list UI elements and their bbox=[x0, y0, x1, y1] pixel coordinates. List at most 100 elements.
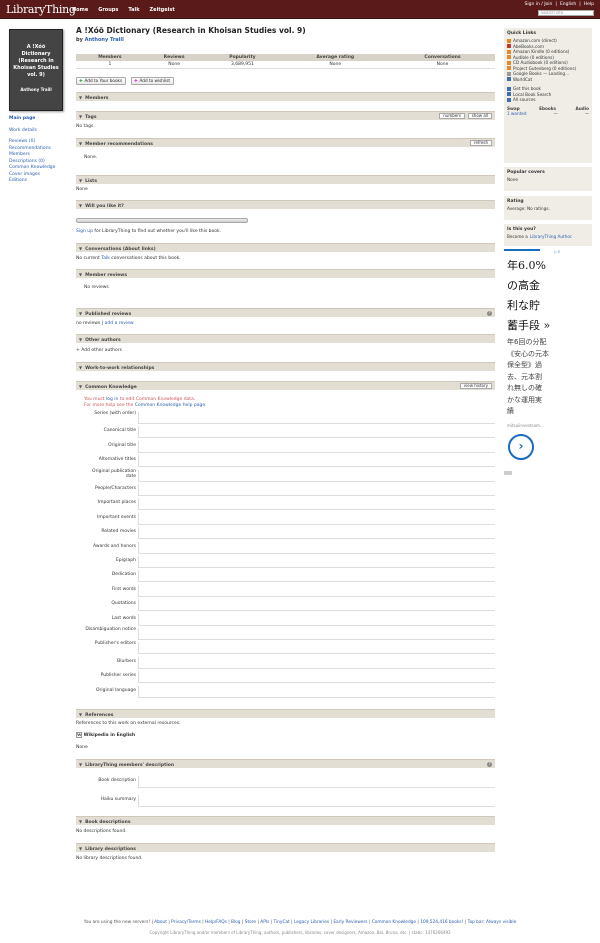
collapse-triangle-icon: ▼ bbox=[79, 203, 83, 208]
no-tags-text: No tags. bbox=[76, 124, 95, 129]
stat-members[interactable]: 1 bbox=[76, 61, 144, 69]
is-this-you-box: Is this you? Become a LibraryThing Autho… bbox=[504, 224, 592, 246]
section-work-to-work[interactable]: ▼ Work-to-work relationships bbox=[76, 362, 495, 371]
nav-home[interactable]: Home bbox=[72, 7, 88, 13]
swap-wanted-link[interactable]: 1 wanted bbox=[507, 111, 527, 116]
google-icon bbox=[507, 71, 511, 76]
footer-link[interactable]: Legacy Libraries bbox=[294, 920, 329, 925]
ad-choices-icon[interactable]: ▷✕ bbox=[554, 249, 560, 254]
ck-help-link[interactable]: Common Knowledge help page. bbox=[135, 403, 207, 408]
ck-field-row[interactable]: Alternative titles bbox=[76, 455, 495, 469]
help-icon[interactable]: ? bbox=[487, 762, 492, 767]
section-published-reviews[interactable]: ▼ Published reviews ? bbox=[76, 308, 495, 317]
tags-show-all-button[interactable]: show all bbox=[467, 113, 492, 119]
cover-author: Anthony Traill bbox=[20, 87, 52, 92]
add-other-authors-link[interactable]: + Add other authors bbox=[76, 348, 122, 353]
section-member-recommendations[interactable]: ▼ Member recommendations refresh bbox=[76, 138, 495, 147]
add-to-wishlist-button[interactable]: ✚ Add to wishlist bbox=[131, 77, 175, 85]
ck-field-row[interactable]: Last words bbox=[76, 613, 495, 628]
ck-field-row[interactable]: Awards and honors bbox=[76, 541, 495, 556]
ck-field-row[interactable]: Important places bbox=[76, 498, 495, 512]
footer-link[interactable]: Early Reviewers bbox=[333, 920, 367, 925]
footer-link[interactable]: About bbox=[154, 920, 167, 925]
swap-headers: Swap Ebooks Audio bbox=[507, 105, 589, 111]
section-other-authors[interactable]: ▼ Other authors bbox=[76, 334, 495, 343]
ad-scroll-handle[interactable] bbox=[504, 471, 512, 475]
footer-link[interactable]: Store bbox=[245, 920, 256, 925]
become-author-link[interactable]: LibraryThing Author. bbox=[530, 234, 573, 240]
ck-field-row[interactable]: Epigraph bbox=[76, 556, 495, 570]
ck-field-row[interactable]: People/Characters bbox=[76, 484, 495, 498]
sign-in-link[interactable]: Sign in / Join bbox=[525, 2, 553, 7]
ck-login-link[interactable]: log in bbox=[106, 397, 118, 402]
ck-field-row[interactable]: Canonical title bbox=[76, 426, 495, 440]
ck-field-row[interactable]: Original publication date bbox=[76, 469, 495, 484]
section-library-descriptions[interactable]: ▼ Library descriptions bbox=[76, 843, 495, 852]
ck-field-row[interactable]: Blurbers bbox=[76, 656, 495, 671]
section-references[interactable]: ▼ References bbox=[76, 709, 495, 718]
stat-rating: None bbox=[280, 61, 391, 69]
help-link[interactable]: Help bbox=[584, 2, 594, 7]
haiku-summary-field[interactable]: Haiku summary bbox=[76, 795, 495, 809]
ck-field-row[interactable]: Dedication bbox=[76, 570, 495, 584]
collapse-triangle-icon: ▼ bbox=[79, 365, 83, 370]
refresh-button[interactable]: refresh bbox=[469, 140, 492, 146]
view-history-button[interactable]: view history bbox=[459, 383, 492, 389]
site-logo[interactable]: LibraryThing bbox=[6, 3, 76, 16]
footer-link[interactable]: Common Knowledge bbox=[372, 920, 416, 925]
sign-up-link[interactable]: Sign up bbox=[76, 229, 93, 234]
ck-help-notice: For more help see the Common Knowledge h… bbox=[84, 403, 207, 408]
section-member-reviews[interactable]: ▼ Member reviews bbox=[76, 269, 495, 278]
nav-zeitgeist[interactable]: Zeitgeist bbox=[150, 7, 175, 13]
footer-link[interactable]: TinyCat bbox=[274, 920, 290, 925]
footer-links: You are using the new servers! | About |… bbox=[83, 920, 517, 925]
ck-field-row[interactable]: Original title bbox=[76, 440, 495, 455]
nav-talk[interactable]: Talk bbox=[128, 7, 139, 13]
globe-icon bbox=[507, 97, 511, 102]
section-tags[interactable]: ▼ Tags numbers show all bbox=[76, 111, 495, 120]
section-common-knowledge[interactable]: ▼ Common Knowledge view history bbox=[76, 381, 495, 390]
section-will-you-like-it[interactable]: ▼ Will you like it? bbox=[76, 200, 495, 209]
language-link[interactable]: English bbox=[560, 2, 576, 7]
site-search-input[interactable]: Search site bbox=[538, 10, 594, 16]
ck-field-row[interactable]: Publisher series bbox=[76, 671, 495, 685]
footer-link[interactable]: Top bar: Always visible bbox=[468, 920, 517, 925]
nav-editions[interactable]: Editions bbox=[9, 178, 71, 185]
add-to-books-button[interactable]: ✚ Add to Your books bbox=[76, 77, 127, 85]
advertisement[interactable]: ▷✕ 年6.0% の高金 利な貯 蓄手段 » 年6回の分配 《安心の元本 保全型》過 去、元… bbox=[504, 249, 564, 479]
footer-link[interactable]: Blog bbox=[231, 920, 241, 925]
section-members[interactable]: ▼ Members bbox=[76, 92, 495, 101]
section-conversations[interactable]: ▼ Conversations (About links) bbox=[76, 243, 495, 252]
ck-field-row[interactable]: Original language bbox=[76, 685, 495, 700]
nav-groups[interactable]: Groups bbox=[98, 7, 118, 13]
book-cover[interactable]: A !Xóõ Dictionary (Research in Khoisan S… bbox=[9, 29, 63, 111]
stats-table: Members Reviews Popularity Average ratin… bbox=[76, 54, 495, 69]
ad-body-text: 績 bbox=[507, 407, 514, 415]
ck-field-row[interactable]: Publisher's editors bbox=[76, 641, 495, 656]
collapse-triangle-icon: ▼ bbox=[79, 114, 83, 119]
section-lt-description[interactable]: ▼ LibraryThing members' description ? bbox=[76, 759, 495, 768]
wikipedia-reference[interactable]: W Wikipedia in English bbox=[76, 732, 135, 738]
help-icon[interactable]: ? bbox=[487, 311, 492, 316]
ck-field-row[interactable]: Series (with order) bbox=[76, 411, 495, 426]
footer-link[interactable]: 109,524,416 books! bbox=[420, 920, 463, 925]
book-description-field[interactable]: Book description bbox=[76, 776, 495, 790]
ck-field-row[interactable]: Important events bbox=[76, 512, 495, 527]
ck-field-row[interactable]: Disambiguation notice bbox=[76, 627, 495, 642]
section-book-descriptions[interactable]: ▼ Book descriptions bbox=[76, 816, 495, 825]
ck-field-row[interactable]: Related movies bbox=[76, 527, 495, 541]
talk-link[interactable]: Talk bbox=[101, 256, 110, 261]
footer-link[interactable]: Privacy/Terms bbox=[171, 920, 201, 925]
popular-covers-box: Popular covers None bbox=[504, 167, 592, 191]
section-lists[interactable]: ▼ Lists bbox=[76, 175, 495, 184]
ad-arrow-button[interactable]: › bbox=[508, 434, 534, 460]
footer-link[interactable]: APIs bbox=[260, 920, 269, 925]
footer-link[interactable]: Help/FAQs bbox=[205, 920, 227, 925]
tags-numbers-button[interactable]: numbers bbox=[439, 113, 465, 119]
collapse-triangle-icon: ▼ bbox=[79, 846, 83, 851]
author-link[interactable]: Anthony Traill bbox=[85, 37, 124, 43]
ck-field-row[interactable]: First words bbox=[76, 584, 495, 599]
ck-field-row[interactable]: Quotations bbox=[76, 599, 495, 613]
add-review-link[interactable]: add a review bbox=[105, 321, 134, 326]
ck-field-label: Disambiguation notice bbox=[85, 627, 136, 632]
